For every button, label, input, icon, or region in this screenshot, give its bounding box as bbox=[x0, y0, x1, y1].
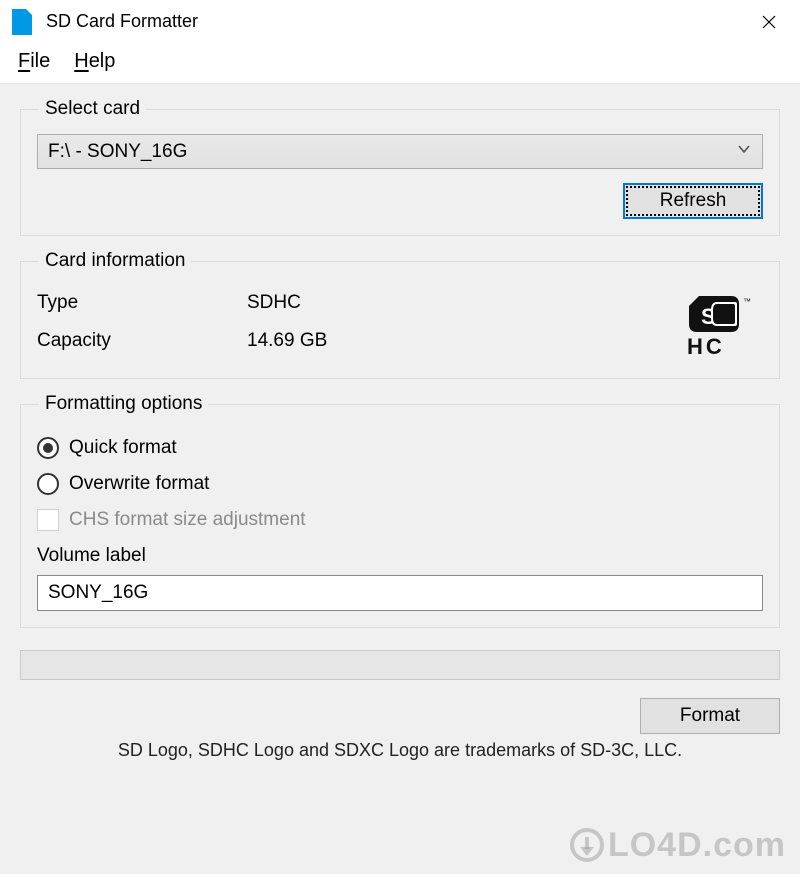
format-button[interactable]: Format bbox=[640, 698, 780, 734]
group-select-card: Select card F:\ - SONY_16G Refresh bbox=[20, 98, 780, 236]
refresh-button[interactable]: Refresh bbox=[623, 183, 763, 219]
card-select-value: F:\ - SONY_16G bbox=[48, 141, 187, 163]
capacity-value: 14.69 GB bbox=[247, 330, 327, 352]
group-card-info: Card information Type SDHC Capacity 14.6… bbox=[20, 250, 780, 379]
progress-bar bbox=[20, 650, 780, 680]
legend-formatting: Formatting options bbox=[39, 393, 208, 415]
capacity-label: Capacity bbox=[37, 330, 247, 352]
radio-overwrite-format[interactable]: Overwrite format bbox=[37, 473, 763, 495]
checkbox-icon bbox=[37, 509, 59, 531]
legend-select-card: Select card bbox=[39, 98, 146, 120]
volume-label-input[interactable] bbox=[37, 575, 763, 611]
close-icon bbox=[762, 15, 776, 29]
checkbox-chs: CHS format size adjustment bbox=[37, 509, 763, 531]
radio-icon bbox=[37, 437, 59, 459]
radio-overwrite-label: Overwrite format bbox=[69, 473, 209, 495]
type-label: Type bbox=[37, 292, 247, 314]
group-formatting: Formatting options Quick format Overwrit… bbox=[20, 393, 780, 628]
radio-quick-label: Quick format bbox=[69, 437, 177, 459]
menu-help[interactable]: Help bbox=[74, 50, 115, 73]
sdhc-logo-icon: S HC ™ bbox=[681, 294, 761, 356]
volume-label-caption: Volume label bbox=[37, 545, 763, 567]
close-button[interactable] bbox=[746, 0, 792, 44]
svg-text:HC: HC bbox=[687, 334, 725, 356]
app-icon bbox=[12, 9, 32, 35]
type-value: SDHC bbox=[247, 292, 301, 314]
checkbox-chs-label: CHS format size adjustment bbox=[69, 509, 306, 531]
legend-card-info: Card information bbox=[39, 250, 191, 272]
menu-bar: File Help bbox=[0, 44, 800, 83]
client-area: Select card F:\ - SONY_16G Refresh Card … bbox=[0, 83, 800, 874]
card-select[interactable]: F:\ - SONY_16G bbox=[37, 134, 763, 169]
menu-file[interactable]: File bbox=[18, 50, 50, 73]
radio-quick-format[interactable]: Quick format bbox=[37, 437, 763, 459]
trademark-text: SD Logo, SDHC Logo and SDXC Logo are tra… bbox=[20, 740, 780, 761]
radio-icon bbox=[37, 473, 59, 495]
chevron-down-icon bbox=[736, 141, 752, 163]
svg-text:™: ™ bbox=[743, 297, 751, 306]
window-title: SD Card Formatter bbox=[46, 11, 746, 32]
title-bar: SD Card Formatter bbox=[0, 0, 800, 44]
